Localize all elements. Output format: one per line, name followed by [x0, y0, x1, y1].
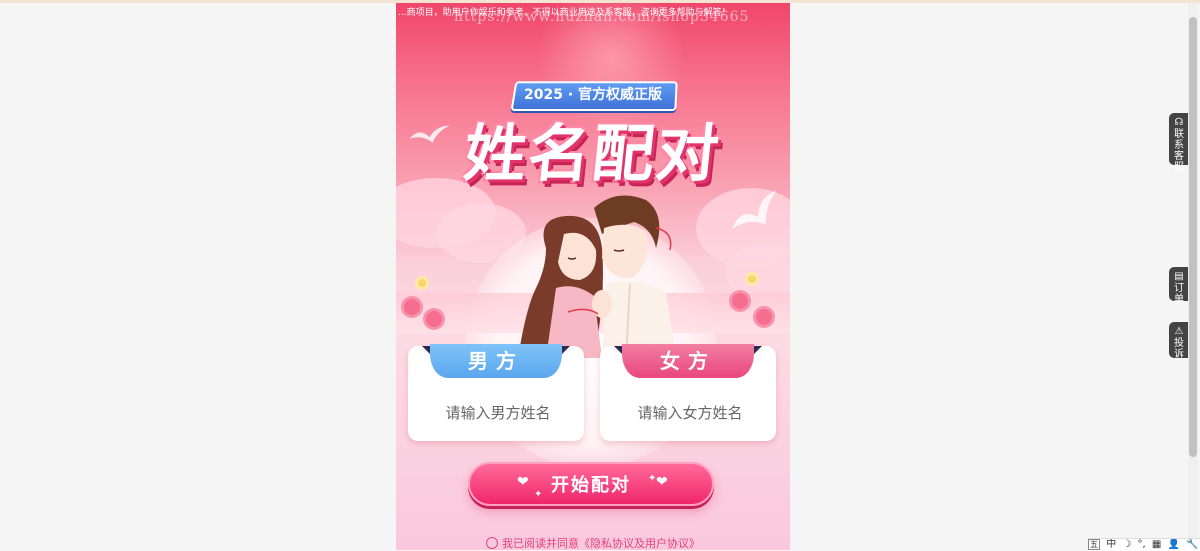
agreement-link[interactable]: 《隐私协议及用户协议》 [579, 537, 700, 550]
male-name-input[interactable] [418, 394, 578, 432]
female-name-input[interactable] [610, 394, 770, 432]
side-tab-order[interactable]: ▤ 订单 [1169, 267, 1189, 305]
female-name-card: 女方 [600, 344, 776, 441]
ime-toolbar: 五 中 ☽ °, ▦ 👤 🔧 [1088, 538, 1200, 551]
ribbon-corner [422, 346, 430, 354]
ribbon-corner [562, 346, 570, 354]
ribbon-corner [614, 346, 622, 354]
female-label: 女方 [622, 344, 754, 378]
agreement-checkbox[interactable] [486, 537, 498, 549]
page-title: 姓名配对 [460, 117, 725, 190]
sparkle-icon: ✦ [648, 473, 657, 484]
watermark-text: https://www.huzhan.com/ishop34665 [454, 9, 750, 25]
sparkle-icon: ✦ [534, 489, 543, 500]
heart-icon: ❤ [656, 474, 668, 490]
flower-decoration [732, 293, 748, 309]
flower-decoration [418, 279, 426, 287]
agreement-row: 我已阅读并同意《隐私协议及用户协议》 [396, 535, 790, 550]
flower-decoration [756, 309, 772, 325]
ime-lang-icon[interactable]: 中 [1106, 539, 1116, 551]
ime-user-icon[interactable]: 👤 [1168, 539, 1180, 551]
ime-mode-icon[interactable]: 五 [1088, 539, 1100, 550]
male-label: 男方 [430, 344, 562, 378]
complaint-icon: ⚠ [1174, 326, 1184, 337]
headset-icon: ☊ [1174, 117, 1184, 128]
heart-icon: ❤ [517, 474, 529, 490]
start-match-button[interactable]: 开始配对 [468, 462, 714, 506]
side-tab-complaint[interactable]: ⚠ 投诉 [1169, 322, 1189, 360]
side-tab-label: 订单 [1174, 283, 1184, 305]
side-tab-contact[interactable]: ☊ 联系客服 [1169, 113, 1189, 173]
scrollbar-thumb[interactable] [1189, 17, 1197, 457]
ime-punct-icon[interactable]: °, [1138, 539, 1146, 551]
page-scrollbar[interactable] [1188, 3, 1198, 550]
flower-decoration [426, 311, 442, 327]
ime-settings-icon[interactable]: 🔧 [1186, 539, 1198, 551]
ime-keyboard-icon[interactable]: ▦ [1152, 539, 1161, 551]
side-tab-label: 联系客服 [1174, 129, 1184, 173]
couple-illustration [518, 195, 676, 358]
side-tab-label: 投诉 [1174, 338, 1184, 360]
page-viewport: ...商项目，助用户作娱乐和参考，不得以商业用途及系客服，咨询更多帮助与解答！ … [396, 3, 790, 550]
male-name-card: 男方 [408, 344, 584, 441]
order-icon: ▤ [1174, 271, 1184, 282]
flower-decoration [748, 275, 756, 283]
flower-decoration [404, 299, 420, 315]
agreement-prefix: 我已阅读并同意 [502, 537, 579, 550]
ime-moon-icon[interactable]: ☽ [1122, 539, 1131, 551]
ribbon-corner [754, 346, 762, 354]
